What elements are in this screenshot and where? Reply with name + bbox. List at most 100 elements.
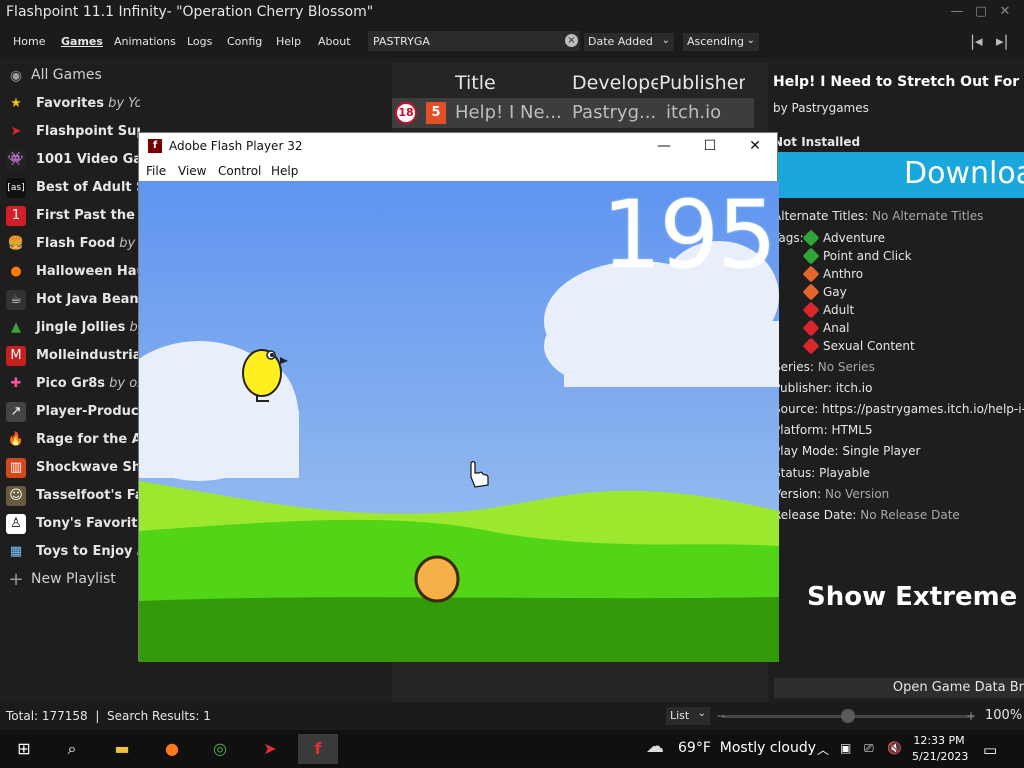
menu-control[interactable]: Control <box>218 164 261 178</box>
tag-item[interactable]: Adult <box>802 301 855 319</box>
sidebar-playlist-item[interactable]: 👾 1001 Video Games <box>0 146 140 174</box>
fire-icon: 🔥 <box>7 432 25 447</box>
sidebar-item-label: Tasselfoot's Favorites <box>36 488 140 503</box>
nav-logs[interactable]: Logs <box>187 35 212 48</box>
sidebar-playlist-item[interactable]: ▥ Shockwave Showcase <box>0 454 140 482</box>
release-label: Release Date: <box>773 508 857 522</box>
playlist-title: Toys to Enjoy <box>36 544 133 559</box>
sidebar-playlist-item[interactable]: 🔥 Rage for the Ages <box>0 426 140 454</box>
tray-app-icon[interactable]: ▣ <box>840 741 851 755</box>
chevron-up-icon[interactable]: ︿ <box>817 741 829 758</box>
sidebar-playlist-item[interactable]: 1 First Past the Post <box>0 202 140 230</box>
volume-muted-icon[interactable]: 🔇 <box>887 741 902 755</box>
download-button[interactable]: Downloa <box>778 152 1024 198</box>
source-value[interactable]: https://pastrygames.itch.io/help-i-ne <box>822 402 1024 416</box>
zoom-out-icon[interactable]: − <box>716 709 726 723</box>
zoom-slider-thumb[interactable] <box>841 709 855 723</box>
chrome-icon[interactable]: ◎ <box>200 734 240 764</box>
tag-label: Adult <box>823 303 855 317</box>
weather-widget[interactable]: 69°F Mostly cloudy <box>646 740 816 756</box>
sidebar-toggle-left-icon[interactable]: |◂ <box>970 32 983 50</box>
nav-about[interactable]: About <box>318 35 351 48</box>
close-icon[interactable]: ✕ <box>742 136 768 156</box>
menu-view[interactable]: View <box>178 164 206 178</box>
maximize-icon[interactable]: ☐ <box>697 136 723 156</box>
maximize-icon[interactable]: ▢ <box>970 2 992 22</box>
sidebar-playlist-item[interactable]: ▦ Toys to Enjoy by <box>0 538 140 566</box>
tag-item[interactable]: Gay <box>802 283 847 301</box>
sidebar-item-label: Player-Produced <box>36 404 140 419</box>
sidebar-playlist-item[interactable]: ↗ Player-Produced <box>0 398 140 426</box>
flash-player-taskbar-icon[interactable]: f <box>298 734 338 764</box>
search-input[interactable]: PASTRYGA <box>368 31 580 51</box>
game-developer[interactable]: by Pastrygames <box>773 101 869 115</box>
tag-item[interactable]: Point and Click <box>802 247 912 265</box>
sidebar-playlist-item[interactable]: ★ Favorites by You! <box>0 90 140 118</box>
sidebar-playlist-item[interactable]: 🍔 Flash Food by Th <box>0 230 140 258</box>
game-stage[interactable]: 195 <box>139 181 779 662</box>
status-value: Playable <box>819 466 870 480</box>
sidebar-playlist-item[interactable]: ▲ Jingle Jollies by <box>0 314 140 342</box>
column-header-publisher[interactable]: Publisher <box>659 72 745 94</box>
nav-help[interactable]: Help <box>276 35 301 48</box>
nav-animations[interactable]: Animations <box>114 35 176 48</box>
playmode-value: Single Player <box>842 444 921 458</box>
publisher-value[interactable]: itch.io <box>836 381 873 395</box>
tag-item[interactable]: Sexual Content <box>802 337 915 355</box>
minimize-icon[interactable]: — <box>651 136 677 156</box>
nav-home[interactable]: Home <box>13 35 45 48</box>
sidebar-playlist-item[interactable]: M Molleindustria's <box>0 342 140 370</box>
windows-start-icon[interactable]: ⊞ <box>4 734 44 764</box>
sidebar-playlist-item[interactable]: [as] Best of Adult Swim <box>0 174 140 202</box>
star-icon: ★ <box>10 96 22 111</box>
publisher-label: Publisher: <box>773 381 832 395</box>
file-explorer-icon[interactable]: ▬ <box>102 734 142 764</box>
open-game-data-button[interactable]: Open Game Data Br <box>774 678 1024 698</box>
sidebar-playlist-item[interactable]: ● Halloween Haunts <box>0 258 140 286</box>
sort-field-select[interactable]: Date Added ⌄ <box>584 33 674 51</box>
sidebar-item-label: Jingle Jollies by <box>36 320 140 335</box>
close-icon[interactable]: ✕ <box>994 2 1016 22</box>
tag-icon <box>802 283 820 301</box>
sidebar-item-label: Toys to Enjoy by <box>36 544 140 559</box>
nav-config[interactable]: Config <box>227 35 262 48</box>
column-header-title[interactable]: Title <box>455 72 496 94</box>
view-mode-select[interactable]: List ⌄ <box>666 707 710 725</box>
zoom-in-icon[interactable]: + <box>966 709 976 723</box>
weather-text: Mostly cloudy <box>719 740 817 756</box>
sidebar-playlist-item[interactable]: ☺ Tasselfoot's Favorites <box>0 482 140 510</box>
menu-help[interactable]: Help <box>271 164 298 178</box>
sidebar-item-all-games[interactable]: ◉ All Games <box>0 62 140 90</box>
sort-order-select[interactable]: Ascending ⌄ <box>683 33 759 51</box>
sidebar-playlist-item[interactable]: ➤ Flashpoint Super Hall of Fame by BlueMa… <box>0 118 140 146</box>
firefox-icon[interactable]: ● <box>152 734 192 764</box>
sidebar-playlist-item[interactable]: ✚ Pico Gr8s by osh <box>0 370 140 398</box>
notification-icon[interactable]: ▭ <box>983 741 997 759</box>
sidebar-playlist-item[interactable]: ☕ Hot Java Beans <box>0 286 140 314</box>
release-value: No Release Date <box>860 508 960 522</box>
tag-item[interactable]: Adventure <box>802 229 885 247</box>
sidebar-item-new-playlist[interactable]: + New Playlist <box>0 566 140 594</box>
alt-titles-label: Alternate Titles: <box>773 209 869 223</box>
blocks-icon: ▦ <box>9 544 23 559</box>
minimize-icon[interactable]: — <box>946 2 968 22</box>
tag-item[interactable]: Anal <box>802 319 850 337</box>
zoom-percent: 100% <box>985 708 1023 723</box>
column-header-developer[interactable]: Developer <box>572 72 658 94</box>
clock[interactable]: 12:33 PM 5/21/2023 <box>912 733 968 765</box>
results-summary: Total: 177158 | Search Results: 1 <box>6 709 211 723</box>
table-row[interactable]: 18 5 Help! I Ne... Pastryg... itch.io <box>392 98 754 128</box>
sidebar-toggle-right-icon[interactable]: ▸| <box>996 32 1009 50</box>
tag-label: Anthro <box>823 267 864 281</box>
clear-search-icon[interactable]: × <box>565 34 578 47</box>
tag-item[interactable]: Anthro <box>802 265 864 283</box>
network-icon[interactable]: ⎚ <box>864 741 874 756</box>
menu-file[interactable]: File <box>146 164 166 178</box>
flashpoint-icon[interactable]: ➤ <box>250 734 290 764</box>
age-rating-badge: 18 <box>395 102 417 124</box>
flash-player-window[interactable]: f Adobe Flash Player 32 — ☐ ✕ File View … <box>138 132 779 662</box>
sidebar-playlist-item[interactable]: ♙ Tony's Favorites <box>0 510 140 538</box>
nav-games[interactable]: Games <box>61 35 103 48</box>
show-extreme-screenshots[interactable]: Show Extreme Sc <box>807 582 1024 612</box>
search-icon[interactable]: ⌕ <box>52 734 92 764</box>
